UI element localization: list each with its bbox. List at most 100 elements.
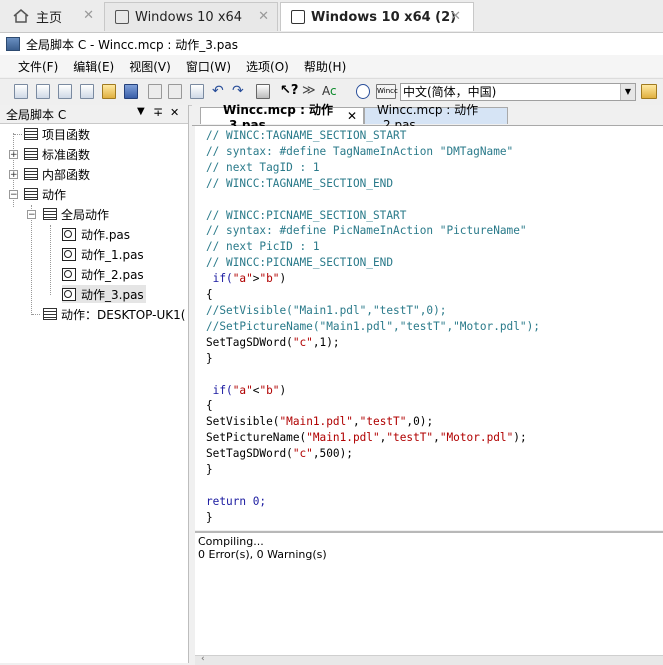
code-line[interactable]: //SetVisible("Main1.pdl","testT",0); — [206, 304, 446, 317]
code-token: { — [206, 288, 213, 302]
code-line[interactable]: if("a"<"b") — [206, 383, 287, 397]
menu-view[interactable]: 视图(V) — [121, 58, 178, 75]
menu-options[interactable]: 选项(O) — [238, 58, 296, 75]
code-line[interactable]: } — [206, 463, 213, 476]
tree-item-action-pas[interactable]: 动作.pas — [62, 225, 130, 243]
left-panel-title: 全局脚本 C — [6, 108, 67, 122]
code-line[interactable]: if("a">"b") — [206, 272, 287, 286]
help-pointer-icon[interactable]: ↖? — [280, 84, 298, 99]
code-line[interactable]: } — [206, 352, 213, 365]
horizontal-scrollbar[interactable]: ‹ — [195, 654, 663, 665]
tree-item-label: 标准函数 — [42, 147, 91, 162]
timer-icon[interactable] — [356, 84, 370, 99]
tree-item-local-actions[interactable]: 动作：DESKTOP-UK1( — [43, 305, 188, 323]
close-icon[interactable]: ✕ — [450, 9, 461, 24]
close-icon[interactable]: ✕ — [83, 8, 94, 23]
compile-icon[interactable]: ≫ — [302, 84, 316, 99]
code-line[interactable]: SetTagSDWord("c",1); — [206, 336, 340, 349]
tree-item-action-1-pas[interactable]: 动作_1.pas — [62, 245, 144, 263]
collapse-icon[interactable]: − — [9, 190, 18, 200]
keyword: if( — [206, 383, 233, 397]
menu-file[interactable]: 文件(F) — [10, 58, 65, 75]
string-literal: "c" — [292, 447, 313, 461]
code-token: } — [206, 510, 213, 524]
code-line[interactable]: // WINCC:TAGNAME_SECTION_START — [206, 129, 406, 142]
string-literal: "testT" — [359, 415, 407, 429]
tree-item-standard-functions[interactable]: 标准函数 — [24, 145, 90, 163]
menu-bar: 文件(F) 编辑(E) 视图(V) 窗口(W) 选项(O) 帮助(H) — [0, 55, 663, 77]
doc3-icon[interactable] — [80, 84, 94, 99]
code-line[interactable]: // WINCC:TAGNAME_SECTION_END — [206, 177, 393, 190]
undo-icon[interactable]: ↶ — [212, 84, 226, 99]
chevron-down-icon[interactable]: ▼ — [620, 84, 635, 100]
paste-icon[interactable] — [190, 84, 204, 99]
script-file-icon — [62, 267, 76, 281]
pin-icon[interactable]: ∓ — [153, 105, 163, 119]
print-icon[interactable] — [256, 84, 270, 99]
language-select[interactable]: 中文(简体，中国) ▼ — [400, 83, 636, 101]
close-icon[interactable]: ✕ — [258, 9, 269, 24]
code-line[interactable]: SetTagSDWord("c",500); — [206, 447, 353, 460]
code-line[interactable]: // WINCC:PICNAME_SECTION_END — [206, 256, 393, 269]
code-line[interactable]: SetPictureName("Main1.pdl","testT","Moto… — [206, 431, 527, 444]
chevron-down-icon[interactable]: ▼ — [137, 106, 145, 117]
menu-edit[interactable]: 编辑(E) — [65, 58, 121, 75]
open-icon[interactable] — [102, 84, 116, 99]
code-line[interactable]: { — [206, 399, 213, 412]
collapse-icon[interactable]: − — [27, 210, 36, 220]
expand-icon[interactable]: + — [9, 150, 18, 160]
keyword: if( — [206, 272, 233, 286]
doc-icon[interactable] — [36, 84, 50, 99]
code-line[interactable]: // next PicID : 1 — [206, 240, 320, 253]
tree-item-label: 动作 — [42, 187, 67, 202]
tree-item-label: 动作_3.pas — [81, 287, 144, 302]
save-icon[interactable] — [124, 84, 138, 99]
tree-item-internal-functions[interactable]: 内部函数 — [24, 165, 90, 183]
tree-item-global-actions[interactable]: 全局动作 — [43, 205, 109, 223]
code-line[interactable]: return 0; — [206, 495, 266, 508]
color-text-icon[interactable]: Ac — [322, 84, 337, 99]
cut-icon[interactable] — [148, 84, 162, 99]
tree-item-actions[interactable]: 动作 — [24, 185, 66, 203]
tag-icon[interactable]: Wincc — [376, 84, 398, 99]
menu-window[interactable]: 窗口(W) — [178, 58, 238, 75]
copy-icon[interactable] — [168, 84, 182, 99]
tab-action-3[interactable]: Wincc.mcp : 动作_3.pas ✕ — [200, 103, 364, 132]
menu-help[interactable]: 帮助(H) — [296, 58, 353, 75]
tag-icon-label: Wincc — [377, 87, 398, 95]
tree-item-action-3-pas[interactable]: 动作_3.pas — [62, 285, 146, 303]
code-line[interactable]: { — [206, 288, 213, 301]
code-token: ) — [279, 272, 287, 286]
code-token: ,0); — [406, 415, 434, 429]
code-line[interactable]: // syntax: #define TagNameInAction "DMTa… — [206, 145, 513, 158]
expand-icon[interactable]: + — [9, 170, 18, 180]
function-folder-icon — [24, 148, 38, 160]
code-token: , — [433, 431, 440, 445]
function-folder-icon — [24, 168, 38, 180]
script-file-icon — [62, 227, 76, 241]
new-icon[interactable] — [14, 84, 28, 99]
vm-tab-windows10-2[interactable]: Windows 10 x64 (2) ✕ — [280, 2, 474, 31]
code-editor[interactable]: // WINCC:TAGNAME_SECTION_START // syntax… — [195, 126, 663, 530]
redo-icon[interactable]: ↷ — [232, 84, 246, 99]
tree-item-action-2-pas[interactable]: 动作_2.pas — [62, 265, 144, 283]
vm-tab-home[interactable]: 主页 ✕ — [2, 2, 102, 30]
tab-action-2[interactable]: Wincc.mcp : 动作_2.pas — [364, 103, 508, 132]
tree-item-project-functions[interactable]: 项目函数 — [24, 125, 90, 143]
code-line[interactable]: // next TagID : 1 — [206, 161, 320, 174]
code-token: } — [206, 463, 213, 477]
doc2-icon[interactable] — [58, 84, 72, 99]
vm-icon — [291, 10, 305, 24]
code-text[interactable]: // WINCC:TAGNAME_SECTION_START // syntax… — [195, 126, 663, 526]
close-icon[interactable]: ✕ — [347, 109, 357, 123]
code-line[interactable]: SetVisible("Main1.pdl","testT",0); — [206, 415, 433, 428]
code-line[interactable]: // syntax: #define PicNameInAction "Pict… — [206, 224, 527, 237]
tree-item-label: 动作：DESKTOP-UK1( — [61, 307, 186, 322]
code-line[interactable]: } — [206, 511, 213, 524]
folder-icon[interactable] — [641, 84, 657, 99]
close-icon[interactable]: ✕ — [170, 106, 179, 119]
code-line[interactable]: //SetPictureName("Main1.pdl","testT","Mo… — [206, 320, 540, 333]
vm-tab-windows10[interactable]: Windows 10 x64 ✕ — [104, 2, 278, 31]
code-line[interactable]: // WINCC:PICNAME_SECTION_START — [206, 209, 406, 222]
output-window: Compiling... 0 Error(s), 0 Warning(s) ‹ — [195, 531, 663, 665]
